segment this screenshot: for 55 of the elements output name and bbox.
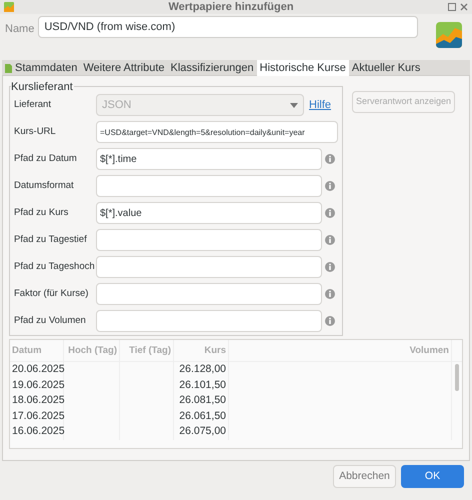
tab[interactable]: Klassifizierungen [168, 60, 257, 76]
column-header[interactable]: Volumen [229, 340, 452, 361]
text-field[interactable] [96, 310, 322, 332]
name-field[interactable]: USD/VND (from wise.com) [38, 16, 418, 38]
tab[interactable]: Historische Kurse [256, 60, 349, 76]
chart-logo-icon [436, 22, 462, 48]
column-header[interactable]: Datum [10, 340, 64, 361]
text-field[interactable]: $[*].time [96, 148, 322, 170]
table-cell: 19.06.2025 [10, 378, 64, 393]
text-field[interactable]: =USD&target=VND&length=5&resolution=daily&unit=year [96, 121, 338, 143]
text-field[interactable] [96, 229, 322, 251]
field-label: Pfad zu Tagestief [14, 232, 88, 247]
tab[interactable]: Stammdaten [2, 60, 80, 76]
table-cell: 26.128,00 [174, 362, 229, 378]
field-label: Datumsformat [14, 178, 75, 193]
app-icon [4, 2, 14, 12]
info-icon[interactable] [325, 316, 335, 326]
window-title: Wertpapiere hinzufügen [167, 0, 295, 15]
table-cell: 26.081,50 [174, 393, 229, 408]
table-cell: 17.06.2025 [10, 408, 64, 424]
dropdown-caret-icon [290, 102, 298, 108]
ok-button[interactable]: OK [401, 465, 464, 488]
table-cell: 26.075,00 [174, 424, 229, 440]
document-icon [5, 64, 12, 72]
name-label: Name [5, 22, 34, 37]
tab[interactable]: Aktueller Kurs [348, 60, 424, 76]
table-cell: 20.06.2025 [10, 362, 64, 378]
tab[interactable]: Weitere Attribute [80, 60, 168, 76]
table-cell: 26.101,50 [174, 378, 229, 393]
info-icon[interactable] [325, 154, 335, 164]
text-field[interactable]: $[*].value [96, 202, 322, 224]
table-cell: 18.06.2025 [10, 393, 64, 408]
text-field[interactable] [96, 256, 322, 278]
close-icon[interactable] [460, 3, 468, 11]
field-label: Pfad zu Volumen [14, 314, 87, 328]
column-header[interactable]: Kurs [174, 340, 229, 361]
info-icon[interactable] [325, 235, 335, 245]
text-field[interactable] [96, 283, 322, 305]
field-label: Pfad zu Kurs [14, 206, 70, 220]
cancel-button[interactable]: Abbrechen [333, 465, 396, 488]
column-header[interactable]: Hoch (Tag) [64, 340, 120, 361]
table-cell: 16.06.2025 [10, 424, 64, 440]
info-icon[interactable] [325, 262, 335, 272]
field-label: Lieferant [14, 98, 52, 112]
info-icon[interactable] [325, 181, 335, 191]
table-cell: 26.061,50 [174, 408, 229, 424]
text-field[interactable] [96, 175, 322, 197]
column-header[interactable]: Tief (Tag) [120, 340, 174, 361]
field-label: Pfad zu Tageshoch [14, 260, 96, 274]
info-icon[interactable] [325, 208, 335, 218]
field-label: Pfad zu Datum [14, 152, 78, 166]
field-label: Kurs-URL [14, 124, 57, 139]
maximize-icon[interactable] [448, 3, 456, 11]
field-label: Faktor (für Kurse) [14, 286, 90, 301]
info-icon[interactable] [325, 289, 335, 299]
